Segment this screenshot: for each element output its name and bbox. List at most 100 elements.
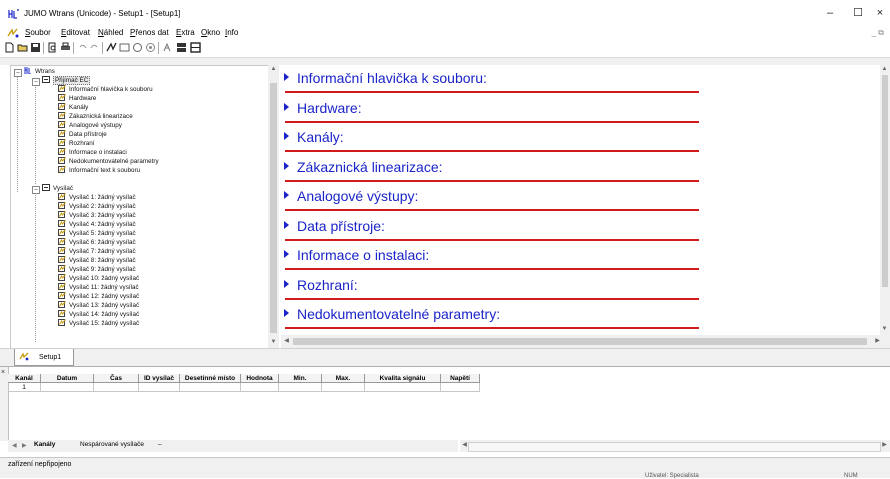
tree-item-receiver-7[interactable]: Rozhraní — [58, 139, 95, 148]
tree-item-receiver-1[interactable]: Informační hlavička k souboru — [58, 85, 153, 94]
grid-cell[interactable] — [321, 382, 365, 392]
tree-item-transmitter-3[interactable]: Vysílač 3: žádný vysílač — [58, 211, 136, 220]
tree-item-transmitter-7[interactable]: Vysílač 7: žádný vysílač — [58, 247, 136, 256]
save-icon[interactable] — [30, 42, 41, 53]
read-device-icon[interactable] — [119, 42, 130, 53]
scroll-up-arrow-icon[interactable]: ▲ — [881, 66, 888, 73]
document-menu-icon[interactable] — [7, 28, 19, 38]
column-header-napeti[interactable]: Napětí — [440, 374, 480, 383]
tree-item-transmitter-8[interactable]: Vysílač 8: žádný vysílač — [58, 256, 136, 265]
tree-item-receiver-8[interactable]: Informace o instalaci — [58, 148, 127, 157]
grid-cell[interactable] — [278, 382, 322, 392]
menu-editovat[interactable]: Editovat — [61, 28, 90, 37]
tree-item-transmitter-5[interactable]: Vysílač 5: žádný vysílač — [58, 229, 136, 238]
sheet-tab-nesparovane-vysilace[interactable]: Nespárované vysílače — [80, 441, 144, 448]
column-header-max[interactable]: Max. — [321, 374, 365, 383]
tree-item-transmitter-14[interactable]: Vysílač 14: žádný vysílač — [58, 310, 139, 319]
content-horizontal-scrollbar[interactable]: ◀ ▶ — [281, 335, 890, 348]
report-view[interactable]: Informační hlavička k souboru: Hardware: K… — [281, 65, 879, 335]
grid-hscroll-thumb[interactable] — [468, 442, 881, 452]
window-tile-icon[interactable] — [176, 42, 187, 53]
close-button[interactable]: × — [870, 5, 890, 21]
column-header-kanal[interactable]: Kanál — [8, 374, 41, 383]
grid-cell[interactable] — [364, 382, 441, 392]
report-section[interactable]: Hardware: — [281, 97, 711, 127]
tree-item-receiver-4[interactable]: Zákaznická linearizace — [58, 112, 133, 121]
open-folder-icon[interactable] — [17, 42, 28, 53]
tree-item-transmitter-6[interactable]: Vysílač 6: žádný vysílač — [58, 238, 136, 247]
scroll-left-arrow-icon[interactable]: ◀ — [461, 442, 468, 449]
scroll-right-arrow-icon[interactable]: ▶ — [874, 338, 881, 345]
section-heading[interactable]: Informace o instalaci: — [284, 247, 429, 263]
tree-item-transmitter-11[interactable]: Vysílač 11: žádný vysílač — [58, 283, 139, 292]
menu-prenos-dat[interactable]: Přenos dat — [130, 28, 169, 37]
tree-item-transmitter-9[interactable]: Vysílač 9: žádný vysílač — [58, 265, 136, 274]
tree-item-transmitter-13[interactable]: Vysílač 13: žádný vysílač — [58, 301, 139, 310]
expand-triangle-icon[interactable] — [284, 279, 289, 288]
expand-triangle-icon[interactable] — [284, 161, 289, 170]
new-file-icon[interactable] — [4, 42, 15, 53]
grid-cell[interactable] — [240, 382, 279, 392]
tree-node-wtrans[interactable]: Wtrans — [24, 67, 55, 76]
scroll-down-arrow-icon[interactable]: ▼ — [270, 339, 277, 346]
report-section[interactable]: Rozhraní: — [281, 274, 711, 304]
transfer-icon[interactable] — [132, 42, 143, 53]
scroll-down-arrow-icon[interactable]: ▼ — [881, 326, 888, 333]
column-header-cas[interactable]: Čas — [93, 374, 139, 383]
expand-triangle-icon[interactable] — [284, 73, 289, 81]
grid-cell[interactable]: 1 — [8, 382, 41, 392]
tree-node-vysilac[interactable]: Vysílač — [42, 184, 73, 193]
grid-cell[interactable] — [138, 382, 180, 392]
mdi-window-controls[interactable]: _ ⧉ — [872, 28, 884, 38]
column-header-desetinne-misto[interactable]: Desetinné místo — [179, 374, 241, 383]
tree-item-receiver-3[interactable]: Kanály — [58, 103, 88, 112]
grid-cell[interactable] — [440, 382, 480, 392]
scroll-left-arrow-icon[interactable]: ◀ — [283, 338, 290, 345]
report-section[interactable]: Kanály: — [281, 126, 711, 156]
content-scroll-thumb[interactable] — [882, 75, 888, 287]
grid-cell[interactable] — [179, 382, 241, 392]
menu-info[interactable]: Info — [225, 28, 238, 37]
channel-data-grid[interactable]: Kanál Datum Čas ID vysílač Desetinné mís… — [8, 374, 480, 392]
section-heading[interactable]: Data přístroje: — [284, 218, 385, 234]
tab-setup1[interactable]: Setup1 — [14, 349, 74, 366]
expand-triangle-icon[interactable] — [284, 102, 289, 111]
scroll-up-arrow-icon[interactable]: ▲ — [270, 66, 277, 73]
connect-icon[interactable] — [145, 42, 156, 53]
window-split-icon[interactable] — [190, 42, 201, 53]
tree-item-transmitter-10[interactable]: Vysílač 10: žádný vysílač — [58, 274, 139, 283]
minimize-button[interactable]: – — [820, 5, 840, 21]
section-heading[interactable]: Analogové výstupy: — [284, 188, 418, 204]
column-header-datum[interactable]: Datum — [40, 374, 94, 383]
grid-cell[interactable] — [40, 382, 94, 392]
expand-triangle-icon[interactable] — [284, 250, 289, 258]
tree-item-transmitter-1[interactable]: Vysílač 1: žádný vysílač — [58, 193, 136, 202]
report-section[interactable]: Informační hlavička k souboru: — [281, 67, 711, 97]
grid-horizontal-scrollbar[interactable]: ◀ ▶ — [460, 440, 890, 452]
sheet-prev-icon[interactable]: ◀ — [12, 442, 17, 449]
tree-item-receiver-6[interactable]: Data přístroje — [58, 130, 107, 139]
tree-expander-receiver[interactable]: – — [32, 78, 40, 86]
grid-cell[interactable] — [93, 382, 139, 392]
report-section[interactable]: Informace o instalaci: — [281, 244, 711, 274]
expand-triangle-icon[interactable] — [284, 309, 289, 317]
report-section[interactable]: Data přístroje: — [281, 215, 711, 245]
section-heading[interactable]: Nedokumentovatelné parametry: — [284, 306, 500, 322]
undo-icon[interactable] — [77, 42, 88, 53]
tree-scroll-thumb[interactable] — [270, 83, 277, 333]
tree-item-receiver-2[interactable]: Hardware — [58, 94, 96, 103]
report-section[interactable]: Zákaznická linearizace: — [281, 156, 711, 186]
print-preview-icon[interactable] — [47, 42, 58, 53]
section-heading[interactable]: Rozhraní: — [284, 277, 358, 293]
tree-vertical-scrollbar[interactable]: ▲ ▼ — [268, 65, 279, 348]
expand-triangle-icon[interactable] — [284, 191, 289, 199]
column-header-id-vysilac[interactable]: ID vysílač — [138, 374, 180, 383]
menu-soubor[interactable]: Soubor — [25, 28, 51, 37]
sheet-next-icon[interactable]: ▶ — [22, 442, 27, 449]
transmitters-icon[interactable] — [162, 42, 173, 53]
menu-extra[interactable]: Extra — [176, 28, 195, 37]
navigation-tree[interactable]: – Wtrans – Přijímač EC Informační hlavič… — [10, 65, 270, 350]
tree-item-receiver-5[interactable]: Analogové výstupy — [58, 121, 122, 130]
column-header-kvalita-signalu[interactable]: Kvalita signálu — [364, 374, 441, 383]
content-hscroll-thumb[interactable] — [293, 338, 867, 345]
